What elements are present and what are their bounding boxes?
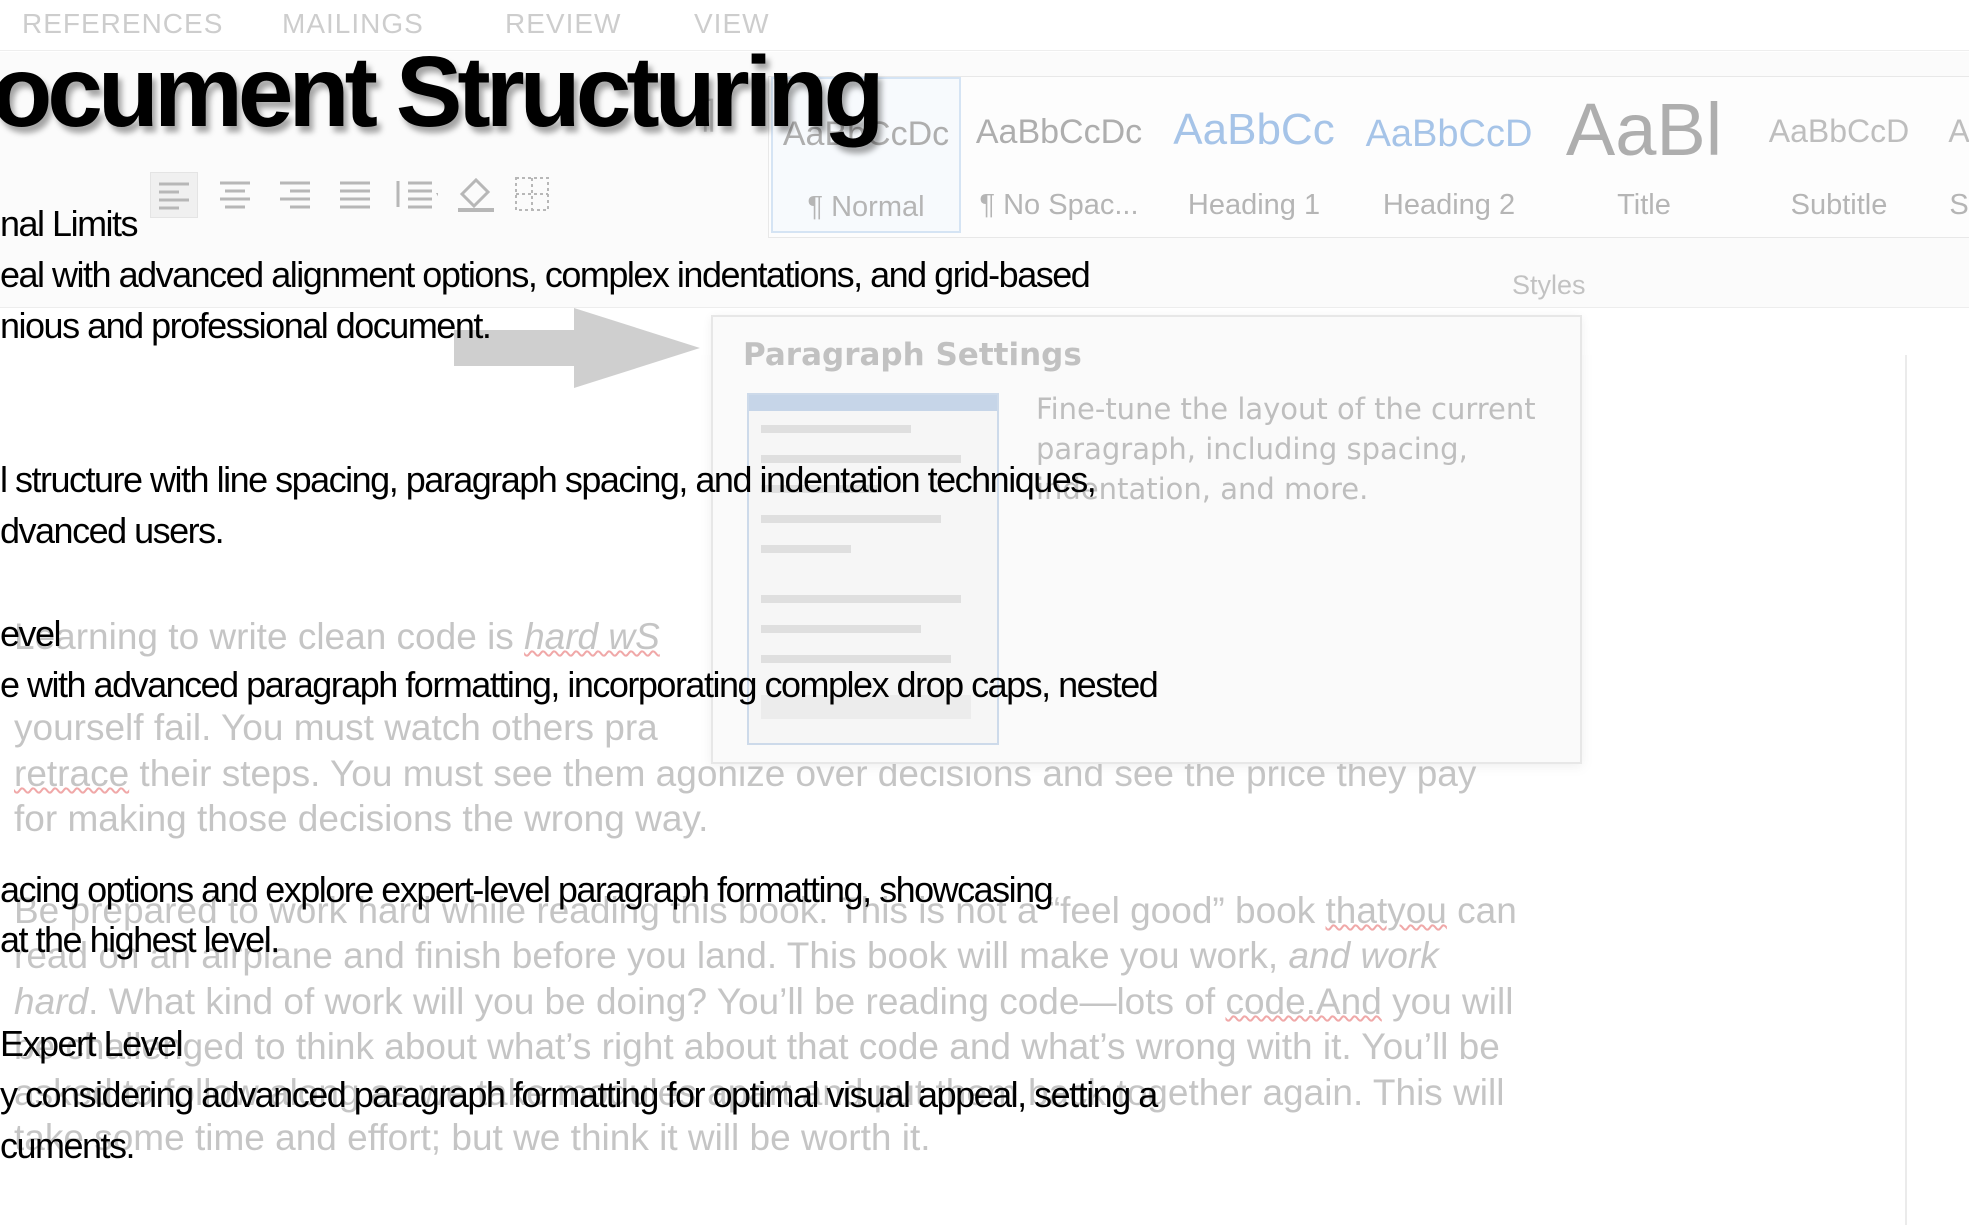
- overlay-line: dvanced users.: [0, 510, 225, 551]
- overlay-line: e with advanced paragraph formatting, in…: [0, 664, 1159, 705]
- overlay-line: evel: [0, 613, 62, 654]
- overlay-line: cuments.: [0, 1125, 136, 1166]
- overlay-line: nal Limits: [0, 203, 139, 244]
- overlay-line: eal with advanced alignment options, com…: [0, 254, 1091, 295]
- overlay-line: at the highest level.: [0, 919, 280, 960]
- overlay-line: l structure with line spacing, paragraph…: [0, 459, 1097, 500]
- tutorial-overlay: Document Structuring nal Limits eal with…: [0, 0, 1969, 1225]
- overlay-line: y considering advanced paragraph formatt…: [0, 1074, 1158, 1115]
- overlay-line: Expert Level: [0, 1023, 184, 1064]
- page-title: Document Structuring: [0, 36, 885, 148]
- overlay-line: acing options and explore expert-level p…: [0, 869, 1054, 910]
- overlay-line: nious and professional document.: [0, 305, 492, 346]
